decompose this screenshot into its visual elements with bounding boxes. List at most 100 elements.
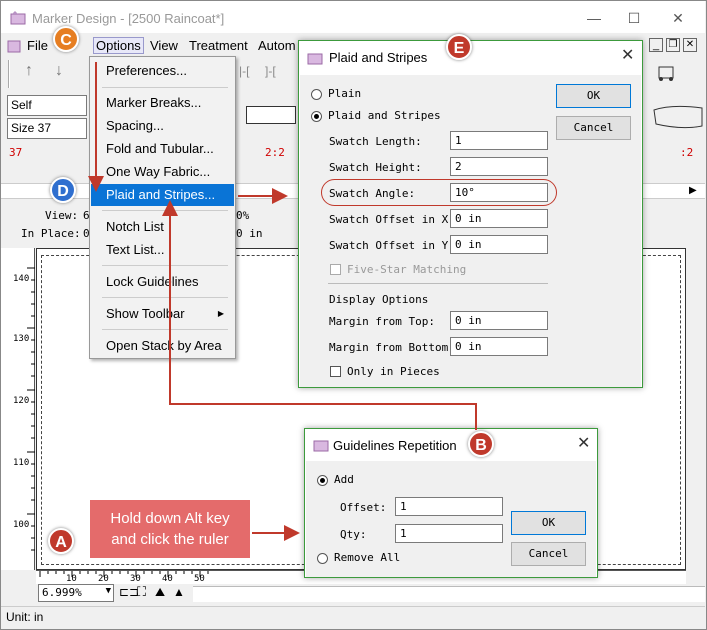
offset-x-input[interactable]: 0 in [450, 209, 548, 228]
plaid-stripes-dialog: Plaid and Stripes ✕ Plain Plaid and Stri… [298, 40, 643, 388]
unit-status: Unit: in [6, 610, 44, 624]
cancel-button[interactable]: Cancel [556, 116, 631, 140]
dialog-app-icon [313, 440, 329, 452]
menu-item-preferences[interactable]: Preferences... [91, 60, 234, 82]
zoom-select[interactable]: 6.999% ▼ [38, 584, 114, 602]
menu-separator [102, 87, 228, 88]
window-title: Marker Design - [2500 Raincoat*] [32, 11, 225, 26]
menu-automation[interactable]: Autom [258, 38, 296, 53]
right-ratio: :2 [680, 146, 694, 159]
align-left-icon[interactable]: |-[ [239, 64, 249, 78]
title-bar: Marker Design - [2500 Raincoat*] — ☐ ✕ [1, 1, 705, 33]
menu-item-label: Spacing... [106, 118, 164, 133]
menu-item-fold-tubular[interactable]: Fold and Tubular... [91, 138, 234, 160]
menu-item-spacing[interactable]: Spacing... [91, 115, 234, 137]
margin-bottom-label: Margin from Bottom: [329, 341, 455, 354]
menu-item-text-list[interactable]: Text List... [91, 239, 234, 261]
menu-treatment[interactable]: Treatment [189, 38, 248, 53]
align-right-icon[interactable]: ]-[ [265, 64, 276, 78]
mdi-minimize-icon[interactable]: _ [649, 38, 663, 52]
menu-separator [102, 210, 228, 211]
view-label: View: [45, 209, 79, 222]
radio-add[interactable] [317, 475, 328, 486]
menu-item-label: Preferences... [106, 63, 187, 78]
menu-item-open-stack-by-area[interactable]: Open Stack by Area [91, 335, 234, 357]
ruler-tick-120: 120 [13, 396, 30, 406]
badge-e: E [446, 34, 472, 60]
dialog-app-icon [307, 53, 323, 65]
close-button[interactable]: ✕ [663, 7, 693, 29]
move-down-icon[interactable]: ↓ [55, 62, 63, 80]
ruler-tick-20: 20 [98, 574, 109, 584]
ruler-tick-10: 10 [66, 574, 77, 584]
offset-y-label: Swatch Offset in Y: [329, 239, 455, 252]
menu-item-marker-breaks[interactable]: Marker Breaks... [91, 92, 234, 114]
mountain-icon[interactable]: ⛰ [155, 585, 165, 600]
bottom-scrollbar[interactable] [193, 586, 705, 602]
close-icon[interactable]: ✕ [621, 45, 634, 65]
offset-y-input[interactable]: 0 in [450, 235, 548, 254]
move-up-icon[interactable]: ↑ [25, 62, 33, 80]
ruler-tick-110: 110 [13, 458, 30, 468]
offset-input[interactable]: 1 [395, 497, 503, 516]
menu-item-one-way-fabric[interactable]: One Way Fabric... [91, 161, 234, 183]
landscape-icon[interactable]: ▲ [173, 585, 185, 599]
badge-c: C [53, 26, 79, 52]
scroll-right-icon[interactable]: ▶ [689, 185, 697, 196]
piece-preview [246, 106, 296, 124]
callout-line-2: and click the ruler [111, 531, 229, 548]
menu-bar: File Edit Options View Treatment Autom [1, 36, 301, 56]
mdi-close-icon[interactable]: ✕ [683, 38, 697, 52]
menu-item-notch-list[interactable]: Notch List [91, 216, 234, 238]
five-star-checkbox[interactable] [330, 264, 341, 275]
layout-icon[interactable] [657, 64, 675, 82]
menu-view[interactable]: View [150, 38, 178, 53]
menu-item-plaid-stripes[interactable]: Plaid and Stripes... [91, 184, 234, 206]
swatch-height-label: Swatch Height: [329, 161, 422, 174]
only-in-pieces-checkbox[interactable] [330, 366, 341, 377]
instruction-callout: Hold down Alt key and click the ruler [90, 500, 250, 558]
menu-file[interactable]: File [27, 38, 48, 53]
close-icon[interactable]: ✕ [577, 433, 590, 453]
doc-icon [7, 40, 21, 53]
group-divider [328, 283, 548, 284]
ok-button[interactable]: OK [511, 511, 586, 535]
menu-item-label: Marker Breaks... [106, 95, 202, 110]
dialog-body: Add Offset: 1 Qty: 1 Remove All OK Cance… [306, 461, 596, 577]
radio-plaid-stripes[interactable] [311, 111, 322, 122]
radio-plain[interactable] [311, 89, 322, 100]
view-pct: 0% [236, 209, 250, 222]
radio-remove-all-label: Remove All [334, 551, 401, 564]
fit-all-icon[interactable]: ⛶ [137, 584, 146, 600]
zoom-value: 6.999% [42, 586, 82, 599]
ruler-tick-140: 140 [13, 274, 30, 284]
self-field[interactable]: Self [7, 95, 87, 116]
offset-label: Offset: [340, 501, 387, 514]
cancel-button[interactable]: Cancel [511, 542, 586, 566]
ruler-tick-50: 50 [194, 574, 205, 584]
radio-remove-all[interactable] [317, 553, 328, 564]
menu-options[interactable]: Options [93, 37, 144, 54]
swatch-length-input[interactable]: 1 [450, 131, 548, 150]
ruler-tick-40: 40 [162, 574, 173, 584]
qty-input[interactable]: 1 [395, 524, 503, 543]
app-icon [10, 11, 26, 25]
options-menu: Preferences... Marker Breaks... Spacing.… [89, 56, 236, 359]
vertical-ruler[interactable]: 140 130 120 110 100 [1, 248, 35, 570]
margin-bottom-input[interactable]: 0 in [450, 337, 548, 356]
menu-item-show-toolbar[interactable]: Show Toolbar ▶ [91, 303, 234, 325]
inplace-label: In Place: [21, 227, 81, 240]
only-in-pieces-label: Only in Pieces [347, 365, 440, 378]
chevron-down-icon[interactable]: ▼ [106, 586, 111, 596]
status-bar: Unit: in [1, 606, 705, 628]
left-number: 37 [9, 146, 23, 159]
margin-top-input[interactable]: 0 in [450, 311, 548, 330]
maximize-button[interactable]: ☐ [619, 7, 649, 29]
ok-button[interactable]: OK [556, 84, 631, 108]
menu-item-lock-guidelines[interactable]: Lock Guidelines [91, 271, 234, 293]
mdi-restore-icon[interactable]: ❐ [666, 38, 680, 52]
swatch-height-input[interactable]: 2 [450, 157, 548, 176]
minimize-button[interactable]: — [579, 7, 609, 29]
swatch-angle-highlight [321, 179, 557, 206]
size-field[interactable]: Size 37 [7, 118, 87, 139]
